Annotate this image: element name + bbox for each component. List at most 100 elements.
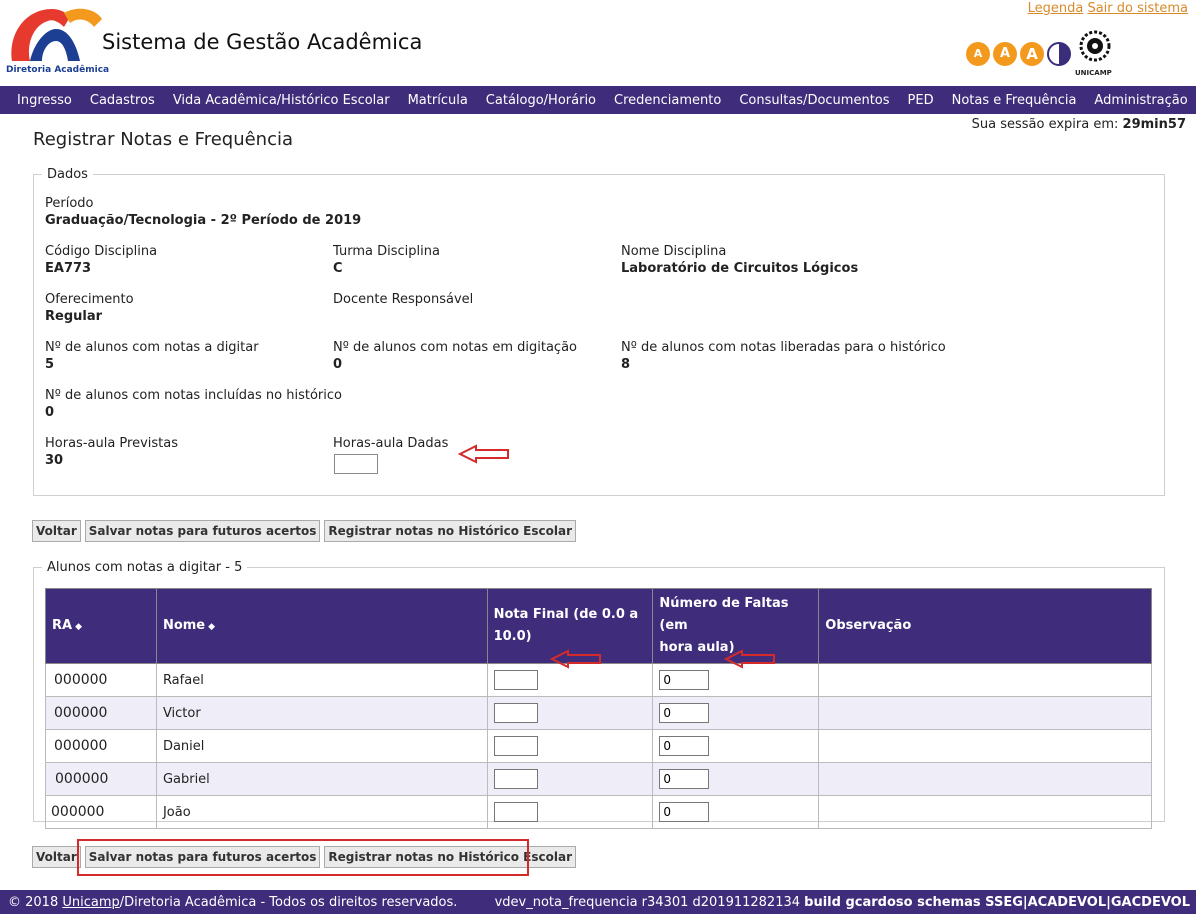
faltas-input[interactable] bbox=[659, 736, 710, 756]
faltas-input[interactable] bbox=[659, 703, 710, 723]
nome-disciplina-value: Laboratório de Circuitos Lógicos bbox=[621, 261, 859, 276]
field-horas-dadas: Horas-aula Dadas bbox=[333, 436, 448, 451]
copyright-prefix: © 2018 bbox=[8, 894, 63, 910]
session-label: Sua sessão expira em: bbox=[971, 117, 1119, 132]
menu-item-credenciamento[interactable]: Credenciamento bbox=[605, 93, 730, 108]
session-timer: Sua sessão expira em: 29min57 bbox=[972, 117, 1186, 132]
menu-item-vida-academica[interactable]: Vida Acadêmica/Histórico Escolar bbox=[164, 93, 399, 108]
font-small-button[interactable]: A bbox=[966, 42, 990, 66]
row-faltas-cell bbox=[652, 795, 820, 829]
top-links: Legenda Sair do sistema bbox=[1028, 1, 1188, 16]
action-buttons-top: Voltar Salvar notas para futuros acertos… bbox=[32, 520, 577, 542]
faltas-input[interactable] bbox=[659, 769, 710, 789]
row-nome: Gabriel bbox=[155, 762, 488, 796]
menu-item-administracao[interactable]: Administração bbox=[1085, 93, 1196, 108]
col-nota-label-1: Nota Final (de 0.0 a bbox=[493, 607, 639, 622]
row-nota-cell bbox=[486, 762, 654, 796]
field-periodo: Período Graduação/Tecnologia - 2º Períod… bbox=[45, 196, 361, 228]
footer: © 2018 Unicamp/Diretoria Acadêmica - Tod… bbox=[0, 890, 1196, 914]
footer-build: vdev_nota_frequencia r34301 d20191128213… bbox=[495, 895, 1190, 910]
table-row: 000000 Victor bbox=[45, 696, 1152, 730]
nota-input[interactable] bbox=[493, 703, 538, 723]
table-row: 000000 Gabriel bbox=[45, 762, 1152, 796]
turma-value: C bbox=[333, 261, 343, 276]
codigo-value: EA773 bbox=[45, 261, 92, 276]
build-prefix: vdev_nota_frequencia r34301 d20191128213… bbox=[494, 894, 805, 910]
voltar-button[interactable]: Voltar bbox=[32, 520, 81, 542]
menu-item-matricula[interactable]: Matrícula bbox=[399, 93, 477, 108]
oferecimento-value: Regular bbox=[45, 309, 103, 324]
nome-disciplina-label: Nome Disciplina bbox=[621, 244, 727, 259]
session-value: 29min57 bbox=[1122, 117, 1186, 132]
contrast-icon[interactable] bbox=[1047, 42, 1071, 66]
col-ra[interactable]: RA ◆ bbox=[45, 588, 157, 664]
alunos-table: RA ◆ Nome ◆ Nota Final (de 0.0 a 10.0) Núme… bbox=[45, 588, 1152, 829]
nota-input[interactable] bbox=[493, 769, 538, 789]
col-ra-label: RA bbox=[52, 617, 73, 633]
liberadas-value: 8 bbox=[621, 357, 631, 372]
menu-item-ingresso[interactable]: Ingresso bbox=[8, 93, 81, 108]
unicamp-link[interactable]: Unicamp bbox=[62, 895, 119, 910]
col-nome-label: Nome bbox=[162, 617, 206, 633]
row-obs bbox=[818, 762, 1152, 796]
incluidas-value: 0 bbox=[45, 405, 55, 420]
menu-item-ped[interactable]: PED bbox=[899, 93, 943, 108]
field-em-digitacao: Nº de alunos com notas em digitação 0 bbox=[333, 340, 577, 372]
col-obs-label: Observação bbox=[825, 618, 912, 633]
row-faltas-cell bbox=[652, 762, 820, 796]
row-nome: Victor bbox=[155, 696, 488, 730]
field-nome-disciplina: Nome Disciplina Laboratório de Circuitos… bbox=[621, 244, 858, 276]
row-obs bbox=[818, 696, 1152, 730]
main-menu: Ingresso Cadastros Vida Acadêmica/Histór… bbox=[0, 86, 1196, 114]
oferecimento-label: Oferecimento bbox=[45, 292, 134, 307]
header: Diretoria Acadêmica Sistema de Gestão Ac… bbox=[0, 0, 1196, 86]
row-nota-cell bbox=[486, 729, 654, 763]
row-ra: 000000 bbox=[45, 795, 157, 829]
row-faltas-cell bbox=[652, 729, 820, 763]
font-large-button[interactable]: A bbox=[1020, 42, 1044, 66]
annotation-arrow-icon bbox=[550, 649, 601, 669]
horas-dadas-input[interactable] bbox=[334, 454, 378, 474]
row-nota-cell bbox=[486, 795, 654, 829]
sort-icon[interactable]: ◆ bbox=[75, 622, 82, 632]
legend-link[interactable]: Legenda bbox=[1028, 1, 1084, 16]
sort-icon[interactable]: ◆ bbox=[208, 622, 215, 632]
docente-label: Docente Responsável bbox=[333, 292, 474, 307]
field-turma: Turma Disciplina C bbox=[333, 244, 440, 276]
em-digitacao-value: 0 bbox=[333, 357, 343, 372]
build-info: build gcardoso schemas SSEG|ACADEVOL|GAC… bbox=[804, 894, 1190, 910]
menu-item-consultas[interactable]: Consultas/Documentos bbox=[730, 93, 898, 108]
liberadas-label: Nº de alunos com notas liberadas para o … bbox=[621, 340, 946, 355]
salvar-button[interactable]: Salvar notas para futuros acertos bbox=[84, 520, 321, 542]
registrar-button[interactable]: Registrar notas no Histórico Escolar bbox=[324, 520, 577, 542]
menu-item-catalogo[interactable]: Catálogo/Horário bbox=[477, 93, 605, 108]
copyright-suffix: /Diretoria Acadêmica - Todos os direitos… bbox=[119, 894, 458, 910]
nota-input[interactable] bbox=[493, 670, 538, 690]
row-nome: Rafael bbox=[155, 663, 488, 697]
field-incluidas: Nº de alunos com notas incluídas no hist… bbox=[45, 388, 342, 420]
nota-input[interactable] bbox=[493, 802, 538, 822]
dados-legend: Dados bbox=[47, 167, 88, 182]
menu-item-notas-frequencia[interactable]: Notas e Frequência bbox=[943, 93, 1086, 108]
nota-input[interactable] bbox=[493, 736, 538, 756]
row-nome: Daniel bbox=[155, 729, 488, 763]
periodo-label: Período bbox=[45, 196, 94, 211]
periodo-value: Graduação/Tecnologia - 2º Período de 201… bbox=[45, 213, 362, 228]
codigo-label: Código Disciplina bbox=[45, 244, 158, 259]
turma-label: Turma Disciplina bbox=[333, 244, 440, 259]
horas-previstas-value: 30 bbox=[45, 453, 64, 468]
row-obs bbox=[818, 663, 1152, 697]
footer-copyright: © 2018 Unicamp/Diretoria Acadêmica - Tod… bbox=[8, 895, 457, 910]
field-oferecimento: Oferecimento Regular bbox=[45, 292, 134, 324]
horas-previstas-label: Horas-aula Previstas bbox=[45, 436, 179, 451]
a-digitar-label: Nº de alunos com notas a digitar bbox=[45, 340, 259, 355]
font-medium-button[interactable]: A bbox=[993, 42, 1017, 66]
faltas-input[interactable] bbox=[659, 670, 710, 690]
field-horas-previstas: Horas-aula Previstas 30 bbox=[45, 436, 178, 468]
voltar-button[interactable]: Voltar bbox=[32, 846, 81, 868]
logout-link[interactable]: Sair do sistema bbox=[1087, 1, 1188, 16]
menu-item-cadastros[interactable]: Cadastros bbox=[81, 93, 164, 108]
faltas-input[interactable] bbox=[659, 802, 710, 822]
annotation-arrow-icon bbox=[458, 444, 509, 464]
col-nome[interactable]: Nome ◆ bbox=[155, 588, 488, 664]
